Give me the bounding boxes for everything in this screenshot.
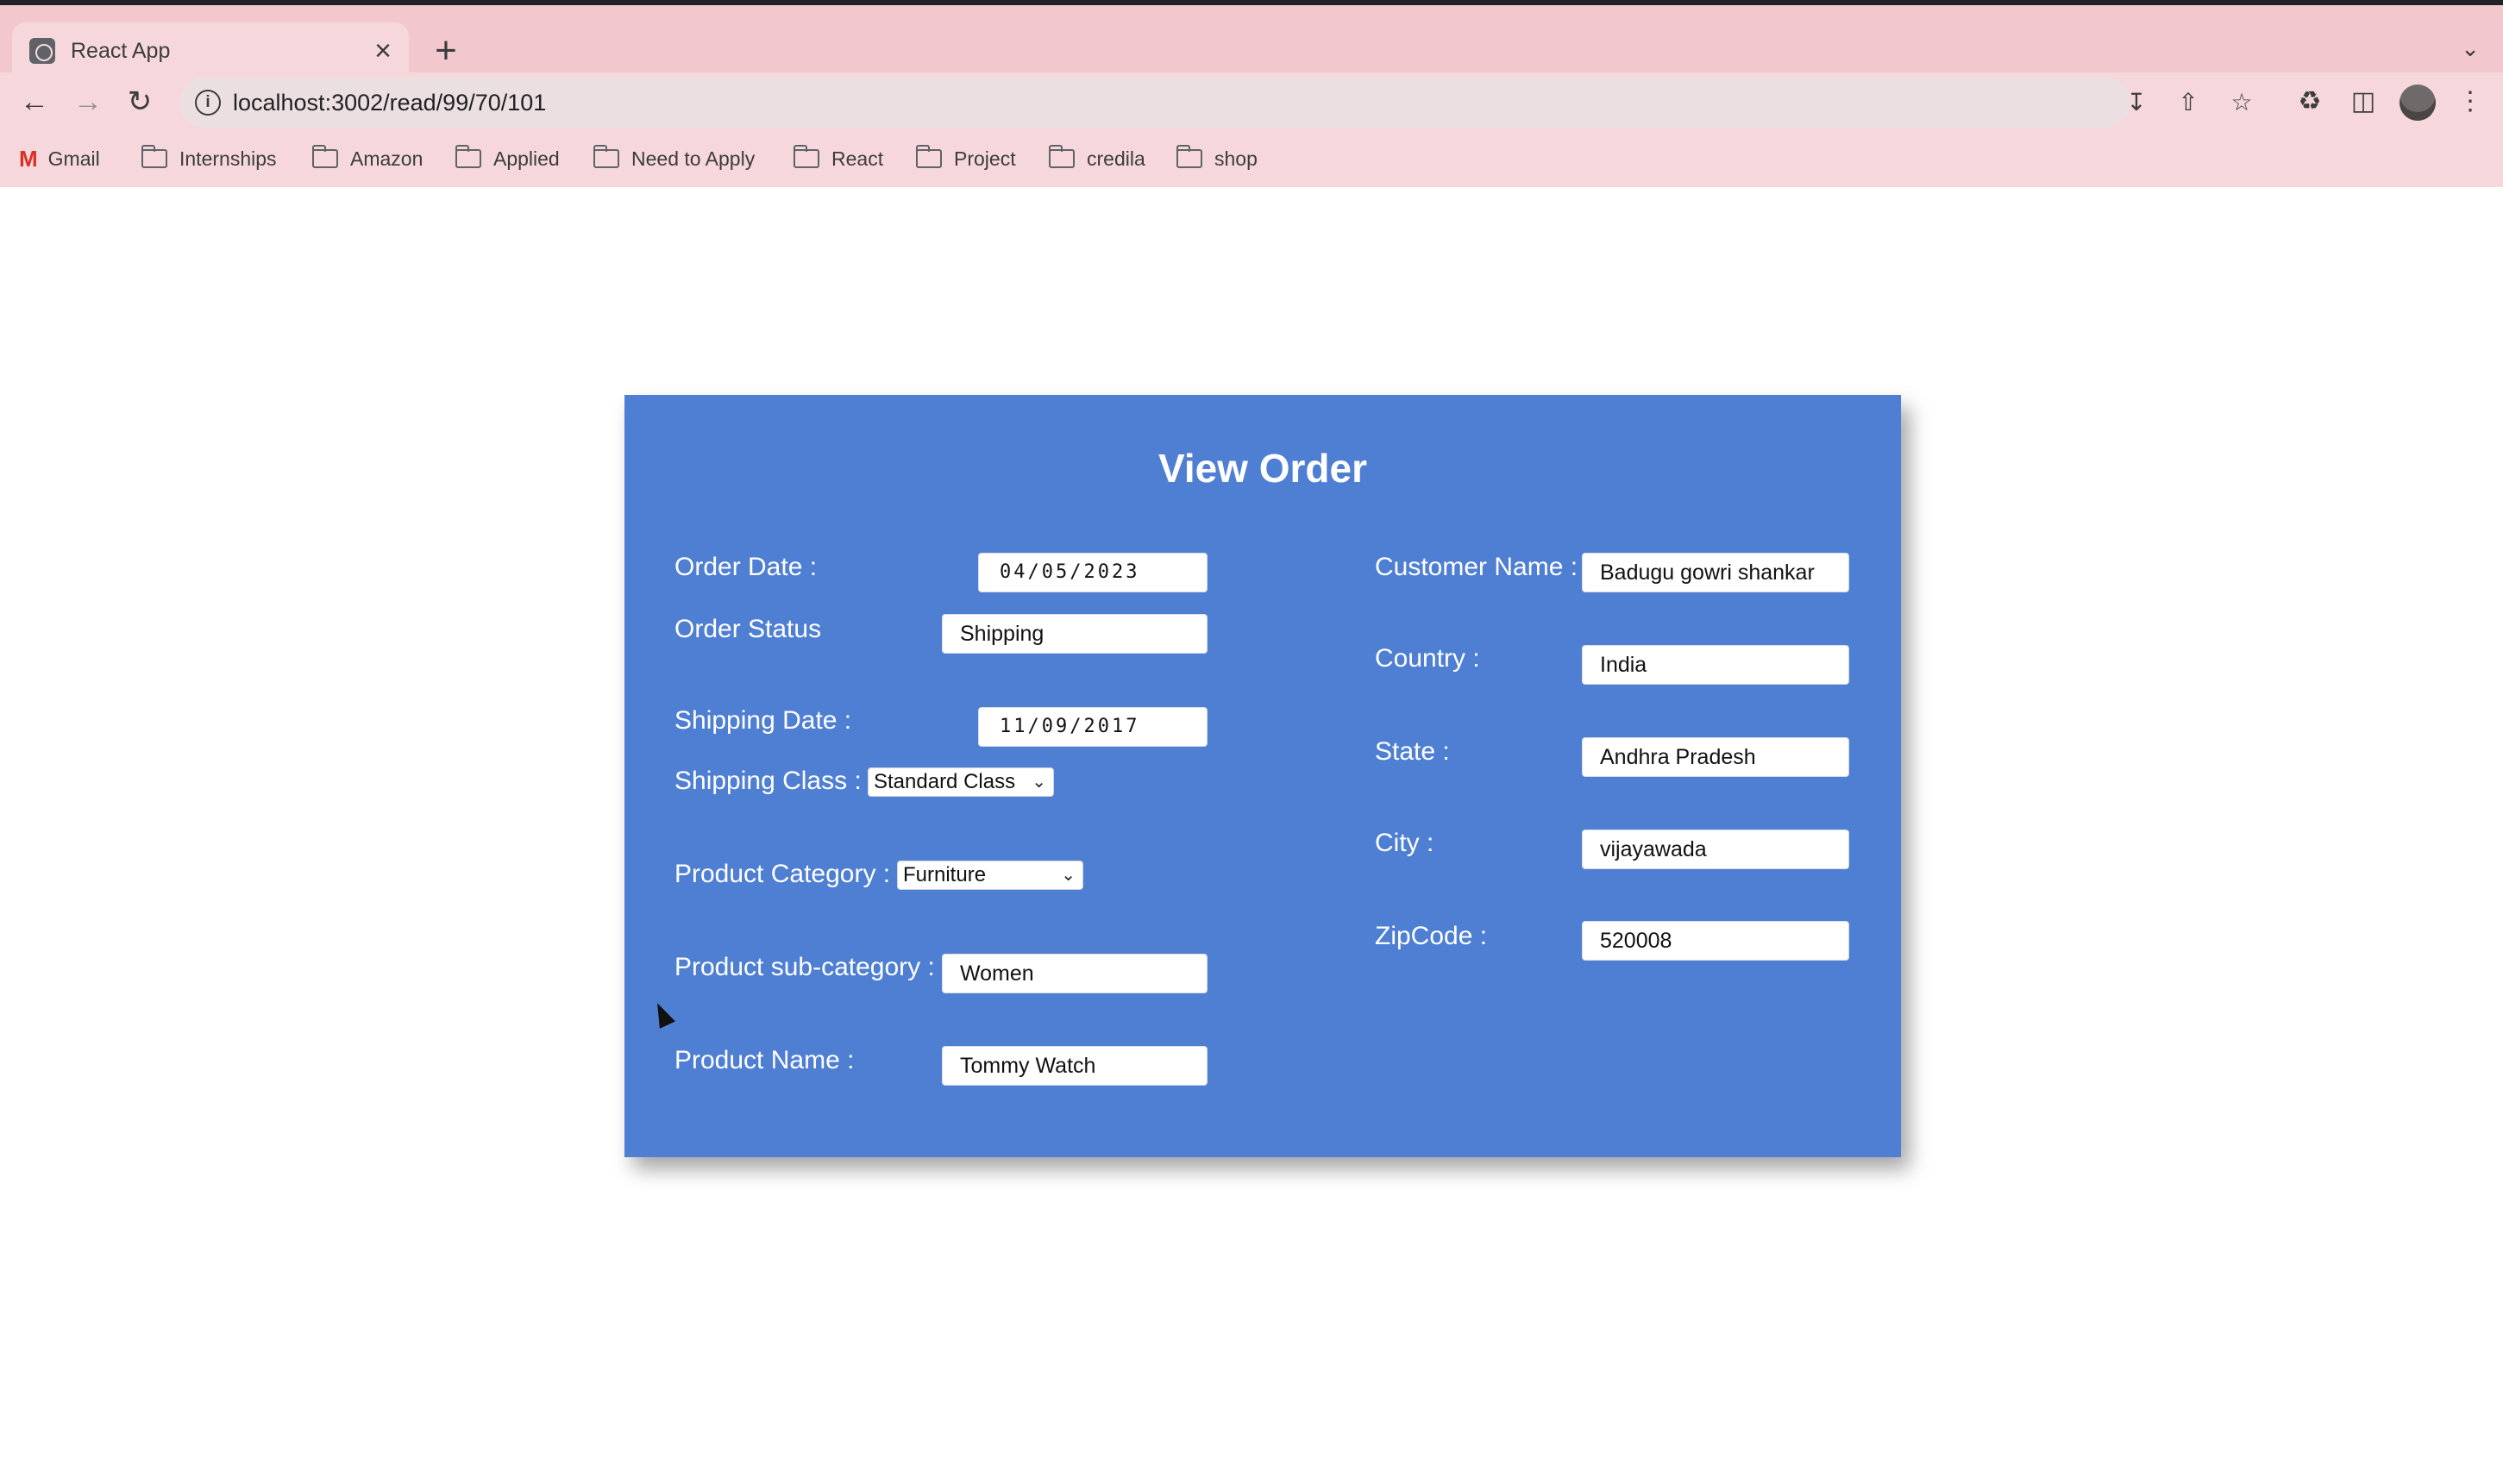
bookmark-react[interactable]: React [793,140,884,178]
side-panel-icon[interactable]: ◫ [2344,83,2382,121]
product-name-label: Product Name : [674,1046,855,1074]
bookmark-label: Need to Apply [631,147,756,170]
address-bar[interactable]: i localhost:3002/read/99/70/101 ↧ ⇧ ☆ [179,78,2253,128]
order-status-field[interactable]: Shipping [942,614,1208,654]
bookmark-label: shop [1214,147,1258,170]
order-date-label: Order Date : [674,553,818,581]
address-url[interactable]: localhost:3002/read/99/70/101 [233,89,546,116]
new-tab-button[interactable]: + [426,31,466,71]
bookmark-label: Gmail [47,147,100,170]
tab-close-icon[interactable]: × [366,34,400,68]
product-name-field[interactable]: Tommy Watch [942,1046,1208,1086]
profile-avatar[interactable] [2399,85,2436,121]
bookmark-star-icon[interactable]: ☆ [2225,86,2258,119]
shipping-class-select[interactable]: Standard Class ⌄ [868,767,1054,797]
bookmark-applied[interactable]: Applied [455,140,560,178]
country-label: Country : [1375,644,1480,673]
product-subcategory-field[interactable]: Women [942,954,1208,993]
city-field[interactable]: vijayawada [1582,830,1849,869]
folder-icon [311,145,338,168]
shipping-date-field[interactable]: 11/09/2017 [978,707,1208,747]
city-label: City : [1375,829,1434,857]
install-app-icon[interactable]: ↧ [2120,86,2153,119]
zipcode-field[interactable]: 520008 [1582,921,1849,961]
reload-icon[interactable]: ↻ [121,83,159,121]
back-arrow-icon[interactable]: ← [16,83,53,121]
folder-icon [593,145,619,168]
bookmark-label: Project [954,147,1016,170]
bookmark-project[interactable]: Project [915,140,1016,178]
folder-icon [1176,145,1202,168]
state-field[interactable]: Andhra Pradesh [1582,737,1849,777]
bookmark-label: credila [1087,147,1145,170]
product-category-select[interactable]: Furniture ⌄ [897,861,1083,890]
state-label: State : [1375,737,1450,766]
tab-react-app[interactable]: React App × [12,22,409,79]
country-field[interactable]: India [1582,645,1849,685]
tab-strip: React App × + ⌄ [0,5,2503,79]
product-category-label: Product Category : [674,860,891,888]
order-status-label: Order Status [674,615,822,643]
gmail-icon: M [19,145,38,172]
react-favicon-icon [29,38,55,64]
tab-search-chevron-icon[interactable]: ⌄ [2453,31,2487,66]
share-icon[interactable]: ⇧ [2172,86,2205,119]
bookmark-label: Internships [179,147,277,170]
browser-menu-icon[interactable]: ⋮ [2451,83,2489,121]
extensions-puzzle-icon[interactable]: ♻ [2291,83,2329,121]
page-title: View Order [1157,446,1368,491]
bookmark-label: Amazon [350,147,423,170]
product-category-value: Furniture [903,863,987,886]
chevron-down-icon: ⌄ [1032,773,1046,792]
bookmark-amazon[interactable]: Amazon [311,140,423,178]
zipcode-label: ZipCode : [1375,922,1488,950]
folder-icon [915,145,942,168]
tab-title: React App [71,39,171,63]
bookmark-shop[interactable]: shop [1176,140,1258,178]
bookmark-credila[interactable]: credila [1048,140,1145,178]
shipping-date-label: Shipping Date : [674,706,852,735]
bookmark-gmail[interactable]: M Gmail [19,140,100,178]
bookmark-internships[interactable]: Internships [141,140,277,178]
order-date-field[interactable]: 04/05/2023 [978,553,1208,592]
chevron-down-icon: ⌄ [1061,866,1076,885]
site-info-icon[interactable]: i [195,90,221,116]
product-subcategory-label: Product sub-category : [674,953,935,981]
folder-icon [141,145,167,168]
folder-icon [455,145,481,168]
shipping-class-label: Shipping Class : [674,767,862,795]
customer-name-label: Customer Name : [1375,553,1578,581]
folder-icon [1048,145,1075,168]
bookmark-need-to-apply[interactable]: Need to Apply [593,140,755,178]
forward-arrow-icon[interactable]: → [69,83,107,121]
bookmarks-bar: M Gmail Internships Amazon Applied Need … [0,140,2503,178]
folder-icon [793,145,819,168]
bookmark-label: Applied [493,147,560,170]
shipping-class-value: Standard Class [874,770,1016,793]
customer-name-field[interactable]: Badugu gowri shankar [1582,553,1849,592]
view-order-card: View Order Order Date : 04/05/2023 Order… [624,395,1901,1157]
bookmark-label: React [831,147,884,170]
